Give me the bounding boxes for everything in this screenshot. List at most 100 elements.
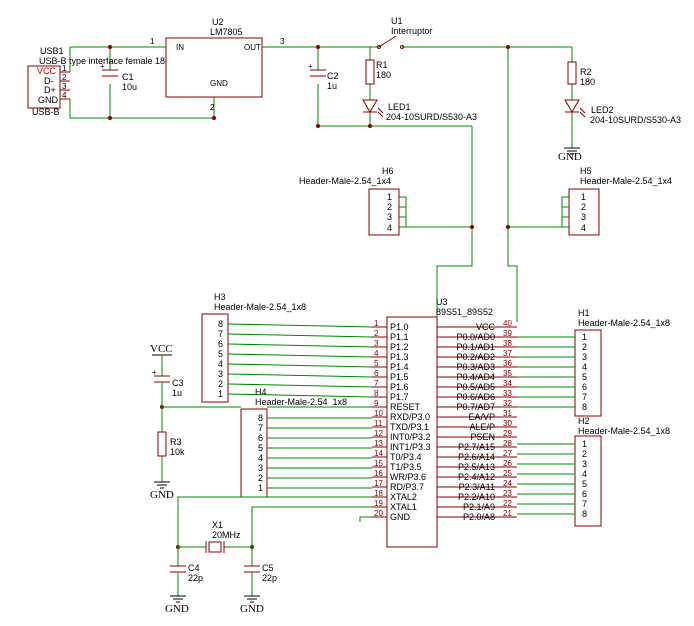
u3-pin-number: 35 [503, 369, 512, 378]
u3-microcontroller: U3 89S51_89S52 1 P1.0 2 P1.1 3 P1.2 4 P1.3 5 P1.4… [372, 297, 517, 548]
u3-pin-name: P1.3 [390, 352, 409, 362]
u3-pin-number: 39 [503, 329, 512, 338]
u3-pin-name: EA/VP [468, 412, 495, 422]
u3-pin-number: 17 [374, 479, 383, 488]
u3-pin-name: P2.2/A10 [458, 492, 495, 502]
h2-pin: 4 [582, 469, 587, 479]
u3-pin-name: P0.2/AD2 [456, 352, 495, 362]
h1-header: H1 Header-Male-2.54_1x8 12345678 [517, 308, 670, 417]
u3-pin-number: 12 [374, 429, 383, 438]
u3-pin-number: 26 [503, 459, 512, 468]
schematic-canvas: USB1 USB-B type interface female 180° VC… [0, 0, 694, 626]
h1-pin: 8 [582, 402, 587, 412]
u3-pin-number: 21 [503, 509, 512, 518]
u3-pin-name: P2.5/A13 [458, 462, 495, 472]
h3-pins: 87654321 [218, 319, 373, 399]
c3-ref: C3 [172, 378, 184, 388]
h2-pin: 1 [582, 439, 587, 449]
u3-pin-number: 6 [374, 369, 379, 378]
usb1-pin-number: 1 [62, 64, 67, 73]
u3-right-pins: 40 VCC 39 P0.0/AD0 38 P0.1/AD1 37 P0.2/AD2 36 P0.… [437, 319, 517, 522]
usb1-pin-dplus: D+ [44, 85, 56, 95]
h1-value: Header-Male-2.54_1x8 [578, 318, 670, 328]
u3-pin-name: P0.5/AD5 [456, 382, 495, 392]
u3-pin-number: 32 [503, 399, 512, 408]
u2-pin-number: 1 [150, 37, 155, 46]
c2-capacitor: + C2 1u [308, 62, 339, 91]
u3-pin-name: P2.7/A15 [458, 442, 495, 452]
u3-pin-number: 29 [503, 429, 512, 438]
h6-pin: 4 [387, 223, 392, 233]
vcc-label: VCC [150, 343, 173, 355]
c1-ref: C1 [122, 72, 134, 82]
h1-pin: 7 [582, 392, 587, 402]
h3-wire [227, 373, 373, 378]
u2-pin-number: 2 [210, 103, 215, 112]
u3-pin-number: 20 [374, 509, 383, 518]
r3-ref: R3 [170, 437, 182, 447]
usb1-pin-number: 3 [62, 82, 67, 91]
c1-capacitor: + C1 10u [100, 62, 137, 92]
h2-header: H2 Header-Male-2.54_1x8 12345678 [517, 416, 670, 527]
mcu-gnd-wire [359, 516, 372, 522]
u3-pin-number: 33 [503, 389, 512, 398]
u2-regulator: U2 LM7805 IN OUT GND 1 3 2 [150, 17, 285, 112]
usb1-pin-number: 4 [62, 91, 67, 100]
h6-pin: 1 [387, 192, 392, 202]
crystal-circuit: X1 20MHz C4 22p C5 22p GND GND [165, 496, 372, 615]
led2-value: 204-10SURD/S530-A3 [590, 115, 681, 125]
u3-pin-name: T0/P3.4 [390, 452, 422, 462]
u3-pin-number: 13 [374, 439, 383, 448]
u3-pin-number: 28 [503, 439, 512, 448]
svg-text:+: + [152, 368, 157, 377]
u3-pin-number: 7 [374, 379, 379, 388]
u3-pin-number: 14 [374, 449, 383, 458]
gnd-symbol: GND [558, 147, 582, 163]
u3-pin-name: GND [390, 512, 411, 522]
u3-pin-name: P1.7 [390, 392, 409, 402]
u3-pin-number: 10 [374, 409, 383, 418]
u3-pin-number: 8 [374, 389, 379, 398]
h1-pin: 3 [582, 352, 587, 362]
h4-pin: 4 [258, 453, 263, 463]
h1-ref: H1 [578, 308, 590, 318]
u3-pin-name: TXD/P3.1 [390, 422, 429, 432]
h3-wire [227, 383, 373, 388]
c2-value: 1u [327, 81, 337, 91]
usb1-value: USB-B type interface female 180° [39, 56, 174, 66]
u3-pin-name: XTAL1 [390, 502, 417, 512]
led2-diode: LED2 204-10SURD/S530-A3 [564, 99, 681, 125]
u3-pin-name: P0.3/AD3 [456, 362, 495, 372]
h4-pin: 6 [258, 433, 263, 443]
u3-pin-name: P2.3/A11 [459, 482, 495, 492]
usb1-pin-gnd: GND [38, 95, 59, 105]
u3-pin-number: 3 [374, 339, 379, 348]
h3-wire [227, 323, 373, 328]
led1-ref: LED1 [388, 102, 411, 112]
c3-value: 1u [172, 388, 182, 398]
u3-pin-name: INT0/P3.2 [390, 432, 431, 442]
u3-pin-name: P0.1/AD1 [456, 342, 495, 352]
r1-value: 180 [376, 70, 391, 80]
led2-ref: LED2 [591, 105, 614, 115]
u3-pin-name: P2.4/A12 [458, 472, 495, 482]
u3-pin-number: 31 [503, 409, 512, 418]
r2-ref: R2 [580, 67, 592, 77]
u3-pin-number: 40 [503, 319, 512, 328]
h2-pin: 6 [582, 489, 587, 499]
h2-value: Header-Male-2.54_1x8 [578, 426, 670, 436]
usb1-pin-number: 2 [62, 73, 67, 82]
h5-pin: 4 [581, 223, 586, 233]
gnd-label: GND [150, 489, 174, 501]
u3-pin-name: P2.1/A9 [463, 502, 495, 512]
svg-text:+: + [308, 62, 313, 71]
u3-pin-name: P0.0/AD0 [456, 332, 495, 342]
u3-pin-name: WR/P3.6 [390, 472, 426, 482]
r1-ref: R1 [376, 60, 388, 70]
u3-pin-name: P0.6/AD6 [456, 392, 495, 402]
h3-ref: H3 [214, 292, 226, 302]
h2-ref: H2 [578, 416, 590, 426]
u3-pin-number: 25 [503, 469, 512, 478]
u1-value: Interruptor [391, 26, 433, 36]
h2-pin: 3 [582, 459, 587, 469]
